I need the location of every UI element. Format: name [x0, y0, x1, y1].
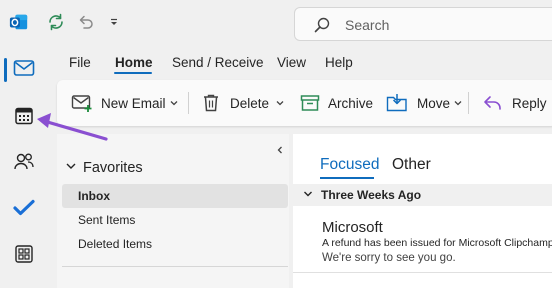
- apps-grid-icon: [14, 244, 34, 269]
- collapse-pane-button[interactable]: [275, 142, 285, 160]
- calendar-rail-button[interactable]: [0, 98, 48, 138]
- folder-pane: Favorites Inbox Sent Items Deleted Items: [57, 134, 289, 288]
- outlook-logo-icon[interactable]: [9, 12, 29, 32]
- tab-focused[interactable]: Focused: [320, 156, 379, 174]
- active-tab-indicator: [114, 72, 152, 74]
- folder-inbox[interactable]: Inbox: [62, 184, 288, 208]
- customize-qat-icon[interactable]: [104, 12, 124, 32]
- date-group-header[interactable]: Three Weeks Ago: [293, 184, 552, 206]
- new-email-button[interactable]: New Email: [71, 80, 166, 126]
- folder-deleted-items[interactable]: Deleted Items: [62, 232, 288, 256]
- mail-rail-button[interactable]: [0, 50, 48, 90]
- tab-view[interactable]: View: [277, 55, 306, 70]
- tab-file[interactable]: File: [69, 55, 91, 70]
- todo-rail-button[interactable]: [0, 190, 48, 230]
- todo-check-icon: [13, 199, 35, 222]
- title-bar: Search: [0, 0, 552, 48]
- people-rail-button[interactable]: [0, 144, 48, 184]
- message-list: Focused Other Three Weeks Ago Microsoft …: [293, 134, 552, 288]
- apps-rail-button[interactable]: [0, 236, 48, 276]
- new-email-label: New Email: [101, 95, 166, 111]
- folder-label: Sent Items: [78, 213, 136, 227]
- group-label: Three Weeks Ago: [321, 188, 422, 202]
- ribbon-toolbar: New Email Delete Archive Move Reply: [57, 80, 552, 126]
- delete-label: Delete: [230, 95, 270, 111]
- search-box[interactable]: Search: [294, 7, 552, 41]
- favorites-label: Favorites: [83, 160, 143, 176]
- chevron-down-icon: [275, 98, 285, 108]
- move-label: Move: [417, 95, 451, 111]
- tab-help[interactable]: Help: [325, 55, 353, 70]
- favorites-header[interactable]: Favorites: [65, 160, 143, 176]
- message-divider: [293, 272, 552, 273]
- message-subject: A refund has been issued for Microsoft C…: [322, 237, 552, 249]
- delete-button[interactable]: Delete: [202, 80, 269, 126]
- ribbon-divider: [468, 92, 469, 114]
- trash-icon: [202, 93, 220, 113]
- move-button[interactable]: Move: [386, 80, 463, 126]
- reply-label: Reply: [512, 95, 547, 111]
- search-placeholder: Search: [345, 17, 390, 33]
- chevron-down-icon: [303, 188, 313, 202]
- delete-dropdown[interactable]: [275, 80, 285, 126]
- archive-label: Archive: [328, 95, 374, 111]
- archive-icon: [300, 94, 320, 112]
- chevron-down-icon: [65, 160, 77, 176]
- focused-tab-indicator: [320, 177, 374, 179]
- tab-other[interactable]: Other: [392, 156, 431, 174]
- ribbon-tabs: File Home Send / Receive View Help: [48, 48, 552, 78]
- people-icon: [13, 152, 35, 177]
- search-icon: [313, 16, 331, 39]
- message-sender: Microsoft: [322, 219, 383, 236]
- ribbon-divider: [188, 92, 189, 114]
- new-email-dropdown[interactable]: [169, 80, 179, 126]
- move-folder-icon: [386, 93, 408, 113]
- archive-button[interactable]: Archive: [300, 80, 373, 126]
- reply-arrow-icon: [483, 94, 503, 112]
- reply-button[interactable]: Reply: [483, 80, 547, 126]
- mail-icon: [13, 59, 35, 82]
- sync-icon[interactable]: [46, 12, 66, 32]
- folder-divider: [62, 266, 288, 267]
- undo-icon[interactable]: [76, 12, 96, 32]
- chevron-down-icon: [169, 98, 179, 108]
- folder-sent-items[interactable]: Sent Items: [62, 208, 288, 232]
- app-rail: [0, 48, 48, 288]
- calendar-icon: [14, 106, 34, 131]
- folder-label: Deleted Items: [78, 237, 153, 251]
- folder-label: Inbox: [78, 189, 110, 203]
- chevron-down-icon: [453, 98, 463, 108]
- message-preview: We're sorry to see you go.: [322, 252, 456, 264]
- new-email-icon: [71, 93, 93, 113]
- tab-send-receive[interactable]: Send / Receive: [172, 55, 264, 70]
- tab-home[interactable]: Home: [115, 55, 153, 70]
